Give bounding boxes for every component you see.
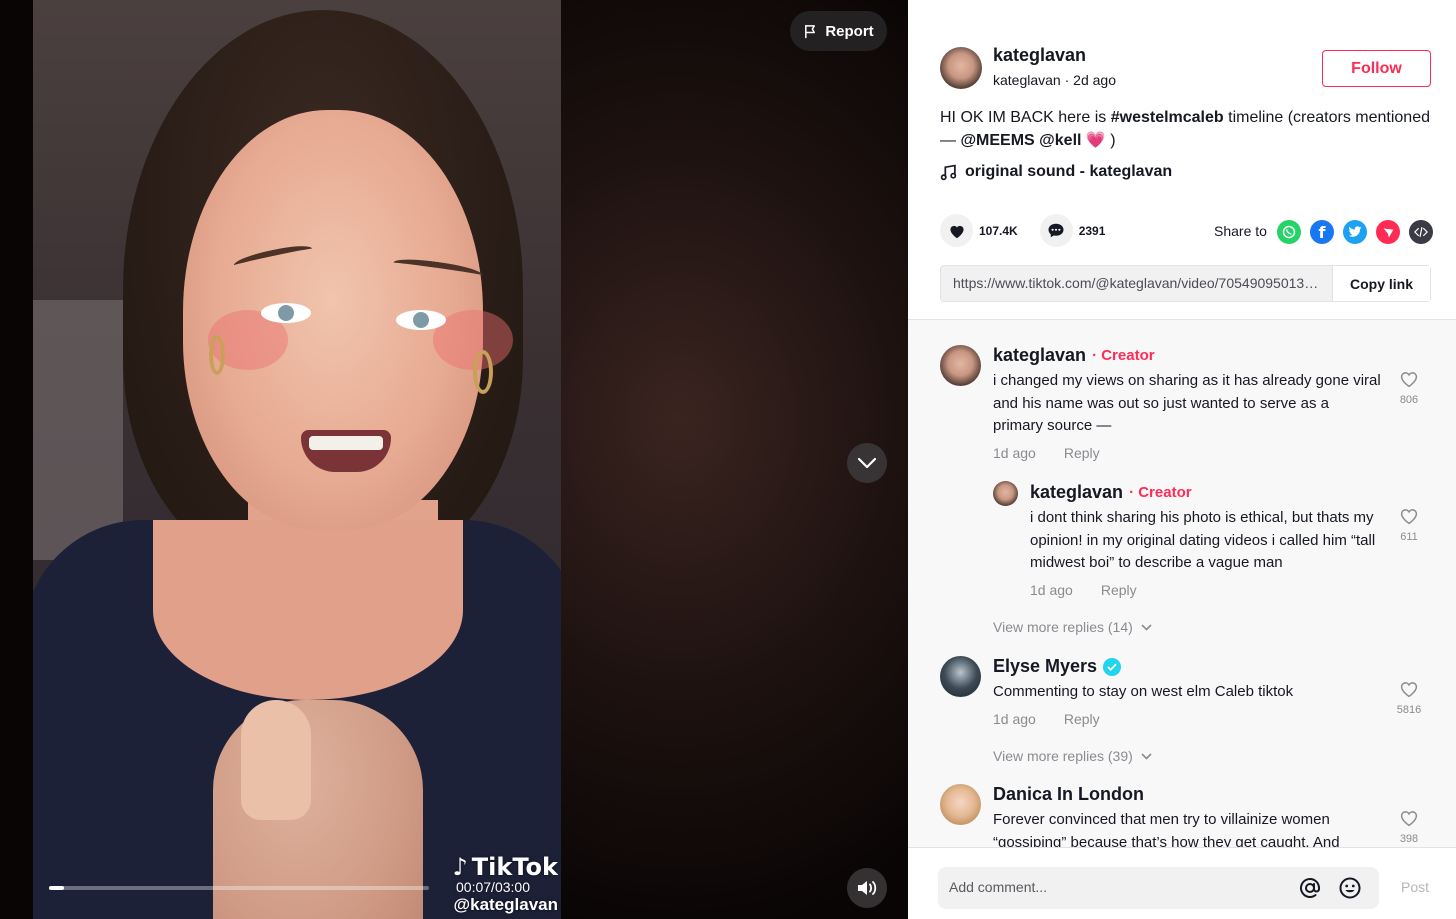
heart-outline-icon <box>1400 509 1418 525</box>
whatsapp-icon[interactable] <box>1277 220 1301 244</box>
heart-outline-icon <box>1400 372 1418 388</box>
comment-text: Forever convinced that men try to villai… <box>993 811 1340 847</box>
comment-list[interactable]: kateglavan · Creator i changed my views o… <box>908 319 1456 847</box>
verified-badge-icon <box>1103 657 1122 676</box>
video-player[interactable]: ♪ TikTok 00:07/03:00 @kateglavan Report <box>0 0 908 919</box>
volume-icon <box>858 881 877 895</box>
twitter-icon[interactable] <box>1343 220 1367 244</box>
comment-like-button[interactable]: 5816 <box>1392 680 1426 716</box>
comment-meta: 1d ago Reply <box>1030 582 1137 598</box>
comment-button[interactable] <box>1039 214 1073 247</box>
video-frame[interactable] <box>33 0 561 919</box>
watermark-handle: @kateglavan <box>453 895 558 914</box>
like-count: 107.4K <box>979 223 1018 238</box>
comment-count: 2391 <box>1078 223 1106 238</box>
commenter-avatar[interactable] <box>940 784 981 825</box>
view-more-replies-button[interactable]: View more replies (39) <box>993 748 1152 764</box>
reply-button[interactable]: Reply <box>1064 711 1100 727</box>
commenter-name[interactable]: kateglavan · Creator <box>993 345 1155 366</box>
comment-text: Commenting to stay on west elm Caleb tik… <box>993 683 1294 700</box>
details-panel: kateglavan kateglavan · 2d ago Follow HI… <box>908 0 1456 919</box>
video-time: 00:07/03:00 <box>456 879 530 895</box>
heart-outline-icon <box>1400 811 1418 827</box>
reply-button[interactable]: Reply <box>1064 445 1100 461</box>
share-icons: f <box>1277 220 1433 244</box>
comment-like-count: 806 <box>1399 394 1419 406</box>
commenter-name[interactable]: Elyse Myers <box>993 656 1122 677</box>
emoji-button[interactable] <box>1338 876 1362 905</box>
next-video-button[interactable] <box>847 443 887 483</box>
sound-name: original sound - kateglavan <box>965 163 1173 180</box>
comment-composer: Add comment... Post <box>908 847 1456 919</box>
commenter-avatar[interactable] <box>940 656 981 697</box>
heart-outline-icon <box>1400 682 1418 698</box>
author-name[interactable]: kateglavan <box>993 45 1086 66</box>
comment-meta: 1d ago Reply <box>993 711 1100 727</box>
author-avatar[interactable] <box>940 47 982 89</box>
engagement-stats: 107.4K 2391 <box>940 214 1127 247</box>
post-caption: HI OK IM BACK here is #westelmcaleb time… <box>940 109 1430 149</box>
mention-button[interactable] <box>1298 876 1322 905</box>
creator-badge: · Creator <box>1129 484 1192 501</box>
chevron-down-icon <box>857 457 877 469</box>
chevron-down-icon <box>1141 623 1152 631</box>
music-note-icon <box>940 164 957 180</box>
comment-text: i changed my views on sharing as it has … <box>993 372 1381 434</box>
creator-badge: · Creator <box>1092 347 1155 364</box>
like-button[interactable] <box>940 214 973 247</box>
view-more-replies-button[interactable]: View more replies (14) <box>993 619 1152 635</box>
facebook-icon[interactable]: f <box>1310 220 1334 244</box>
share-label: Share to <box>1214 223 1267 239</box>
commenter-avatar[interactable] <box>993 481 1018 506</box>
comment-meta: 1d ago Reply <box>993 445 1100 461</box>
embed-icon[interactable] <box>1409 220 1433 244</box>
volume-button[interactable] <box>847 868 887 908</box>
hashtag-link[interactable]: #westelmcaleb <box>1111 109 1224 126</box>
commenter-name[interactable]: Danica In London <box>993 784 1144 805</box>
comment-like-button[interactable]: 398 <box>1392 809 1426 845</box>
commenter-name[interactable]: kateglavan · Creator <box>1030 482 1192 503</box>
emoji-icon <box>1339 877 1361 899</box>
comment-input[interactable]: Add comment... <box>938 867 1379 909</box>
sound-link[interactable]: original sound - kateglavan <box>940 163 1172 181</box>
video-progress-fill <box>49 886 65 890</box>
flag-icon <box>805 24 816 38</box>
heart-emoji: 💗 <box>1085 132 1106 149</box>
watermark-brand: TikTok <box>471 853 558 881</box>
tiktok-watermark: ♪ TikTok 00:07/03:00 @kateglavan <box>428 853 558 915</box>
report-label: Report <box>825 22 874 40</box>
telegram-icon[interactable] <box>1376 220 1400 244</box>
follow-button[interactable]: Follow <box>1322 50 1431 87</box>
copy-link-button[interactable]: Copy link <box>1332 266 1430 301</box>
commenter-avatar[interactable] <box>940 345 981 386</box>
comment-like-button[interactable]: 806 <box>1392 370 1426 406</box>
comment-bubble-icon <box>1048 223 1064 238</box>
video-progress-bar[interactable] <box>49 886 429 890</box>
comment-like-button[interactable]: 611 <box>1392 507 1426 543</box>
tiktok-logo-icon: ♪ <box>452 853 468 881</box>
report-button[interactable]: Report <box>790 11 887 51</box>
share-link-url[interactable]: https://www.tiktok.com/@kateglavan/video… <box>941 266 1332 301</box>
post-comment-button[interactable]: Post <box>1401 879 1429 895</box>
comment-placeholder: Add comment... <box>949 879 1048 895</box>
at-sign-icon <box>1300 877 1320 898</box>
comment-like-count: 398 <box>1399 833 1419 845</box>
comment-text: i dont think sharing his photo is ethica… <box>1030 509 1376 571</box>
share-link-box: https://www.tiktok.com/@kateglavan/video… <box>940 265 1431 302</box>
chevron-down-icon <box>1141 752 1152 760</box>
author-subtitle: kateglavan · 2d ago <box>993 72 1116 88</box>
comment-like-count: 611 <box>1400 531 1418 543</box>
heart-icon <box>949 225 964 238</box>
comment-time: 1d ago <box>993 711 1036 727</box>
comment-time: 1d ago <box>993 445 1036 461</box>
reply-button[interactable]: Reply <box>1101 582 1137 598</box>
mentions-link[interactable]: @MEEMS @kell <box>960 132 1081 149</box>
comment-like-count: 5816 <box>1396 704 1422 716</box>
comment-time: 1d ago <box>1030 582 1073 598</box>
